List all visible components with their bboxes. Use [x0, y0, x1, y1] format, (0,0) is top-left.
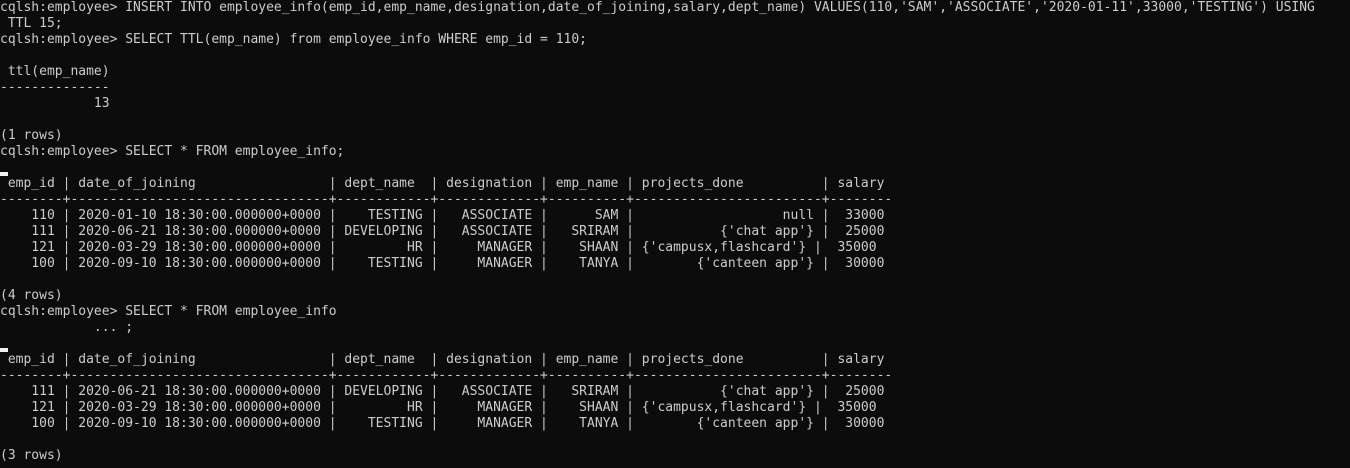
terminal-line-sep: --------+-------------------------------…: [0, 368, 893, 383]
terminal-line-header: emp_id | date_of_joining | dept_name | d…: [0, 352, 885, 367]
terminal-line-cursor: [0, 160, 1315, 176]
terminal-line-sep: --------+-------------------------------…: [0, 192, 893, 207]
terminal-line-row: 100 | 2020-09-10 18:30:00.000000+0000 | …: [0, 416, 885, 431]
terminal-line-prompt: ... ;: [0, 320, 134, 335]
terminal-line-status: (1 rows): [0, 128, 63, 143]
terminal-line-row: 121 | 2020-03-29 18:30:00.000000+0000 | …: [0, 400, 877, 415]
terminal-line-row: 13: [0, 96, 110, 111]
terminal-line-status: (3 rows): [0, 448, 63, 463]
terminal-line-prompt: cqlsh:employee> SELECT * FROM employee_i…: [0, 304, 337, 319]
terminal-line-status: (4 rows): [0, 288, 63, 303]
terminal-line-prompt: TTL 15;: [0, 16, 63, 31]
terminal-line-row: 111 | 2020-06-21 18:30:00.000000+0000 | …: [0, 224, 885, 239]
terminal-line-row: 110 | 2020-01-10 18:30:00.000000+0000 | …: [0, 208, 885, 223]
terminal-line-prompt: cqlsh:employee> SELECT * FROM employee_i…: [0, 144, 345, 159]
terminal-line-prompt: cqlsh:employee> INSERT INTO employee_inf…: [0, 0, 1315, 15]
terminal-line-prompt: cqlsh:employee> SELECT TTL(emp_name) fro…: [0, 32, 587, 47]
terminal-line-row: 100 | 2020-09-10 18:30:00.000000+0000 | …: [0, 256, 885, 271]
terminal-line-header: ttl(emp_name): [0, 64, 110, 79]
terminal-line-cursor: [0, 336, 1315, 352]
terminal-output: cqlsh:employee> INSERT INTO employee_inf…: [0, 0, 1315, 464]
terminal-line-sep: --------------: [0, 80, 110, 95]
terminal-line-header: emp_id | date_of_joining | dept_name | d…: [0, 176, 885, 191]
terminal-line-row: 111 | 2020-06-21 18:30:00.000000+0000 | …: [0, 384, 885, 399]
terminal-line-row: 121 | 2020-03-29 18:30:00.000000+0000 | …: [0, 240, 877, 255]
terminal-window[interactable]: cqlsh:employee> INSERT INTO employee_inf…: [0, 0, 1350, 468]
